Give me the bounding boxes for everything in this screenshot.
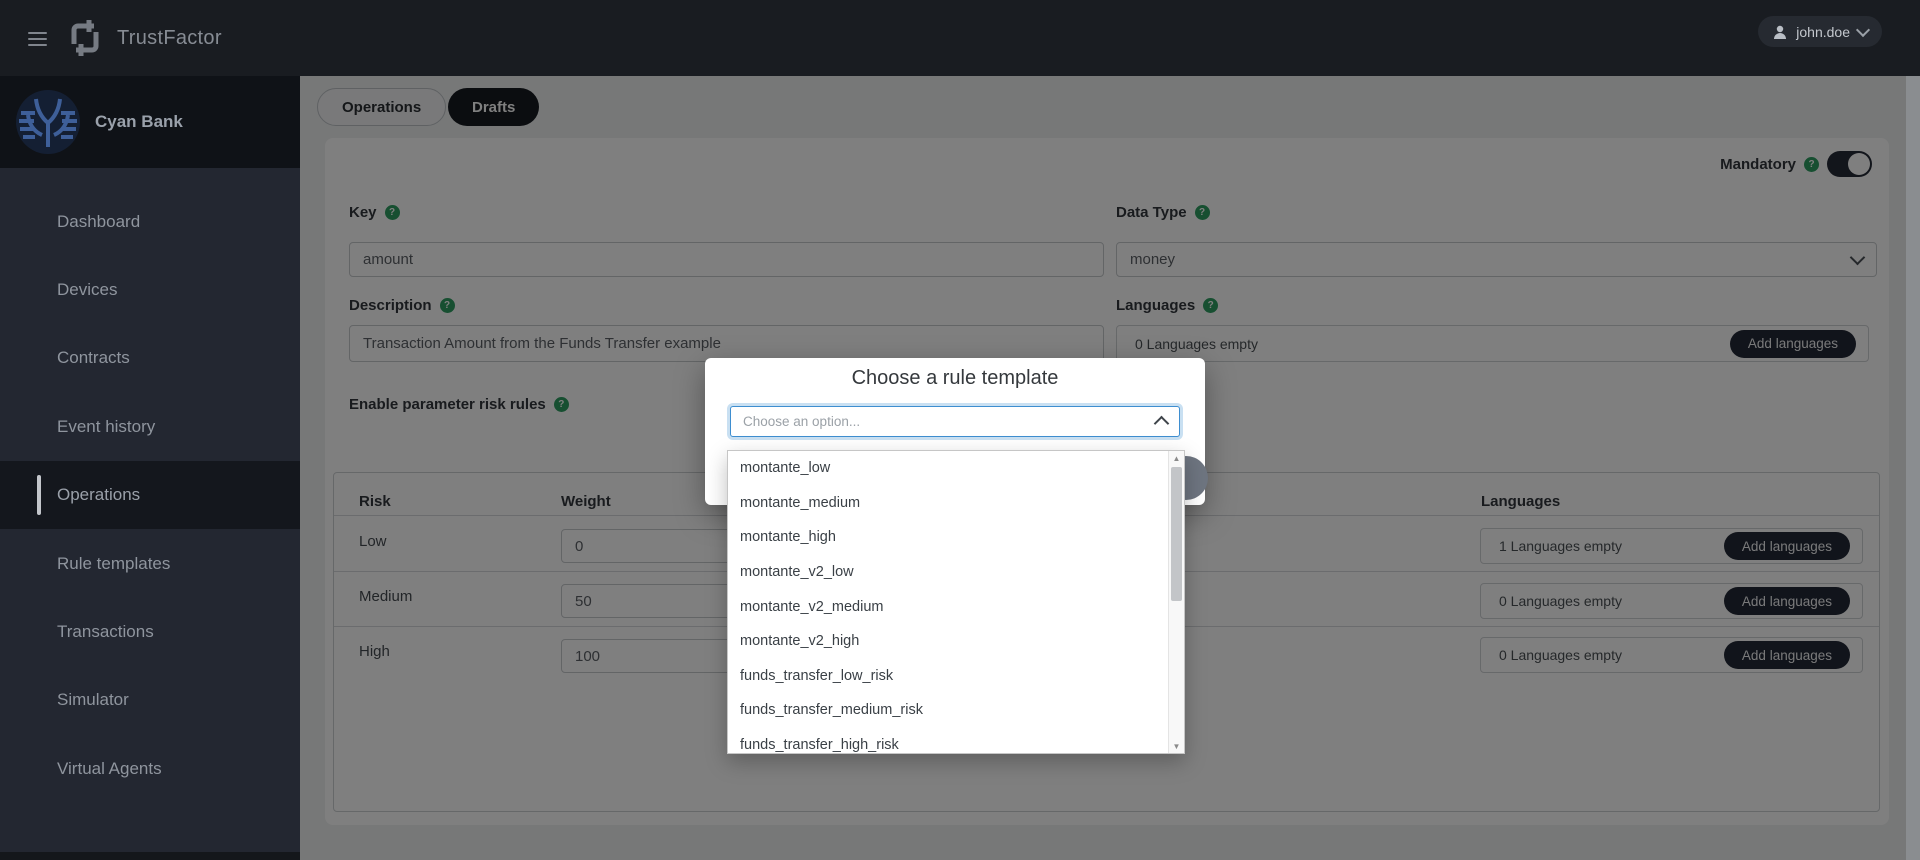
dropdown-option[interactable]: funds_transfer_medium_risk bbox=[728, 693, 1184, 728]
dropdown-option[interactable]: montante_v2_low bbox=[728, 555, 1184, 590]
sidebar-item-transactions[interactable]: Transactions bbox=[0, 598, 300, 666]
dropdown-option[interactable]: montante_low bbox=[728, 451, 1184, 486]
dropdown-option[interactable]: montante_v2_medium bbox=[728, 589, 1184, 624]
sidebar-item-operations[interactable]: Operations bbox=[0, 461, 300, 529]
top-bar: TrustFactor john.doe bbox=[0, 0, 1920, 76]
page-scrollbar[interactable] bbox=[1906, 76, 1920, 860]
active-indicator-bar bbox=[37, 475, 41, 515]
org-header: Cyan Bank bbox=[0, 76, 300, 168]
brand-title: TrustFactor bbox=[117, 27, 222, 49]
rule-template-select[interactable]: Choose an option... bbox=[730, 406, 1180, 437]
dropdown-option[interactable]: montante_medium bbox=[728, 486, 1184, 521]
sidebar-item-dashboard[interactable]: Dashboard bbox=[0, 188, 300, 256]
sidebar: Cyan Bank Dashboard Devices Contracts Ev… bbox=[0, 76, 300, 860]
dropdown-option[interactable]: funds_transfer_high_risk bbox=[728, 728, 1184, 753]
org-name: Cyan Bank bbox=[95, 112, 183, 131]
chevron-down-icon bbox=[1855, 22, 1871, 37]
user-name: john.doe bbox=[1796, 23, 1850, 40]
scrollbar-thumb[interactable] bbox=[1171, 467, 1182, 601]
dropdown-option[interactable]: funds_transfer_low_risk bbox=[728, 659, 1184, 694]
bank-logo-icon bbox=[16, 90, 80, 154]
chevron-up-icon bbox=[1153, 415, 1170, 432]
rule-template-dropdown: montante_low montante_medium montante_hi… bbox=[727, 450, 1185, 754]
sidebar-item-simulator[interactable]: Simulator bbox=[0, 666, 300, 734]
sidebar-item-contracts[interactable]: Contracts bbox=[0, 324, 300, 392]
sidebar-item-virtual-agents[interactable]: Virtual Agents bbox=[0, 735, 300, 803]
user-menu[interactable]: john.doe bbox=[1758, 16, 1882, 47]
select-placeholder: Choose an option... bbox=[743, 414, 861, 429]
sidebar-item-devices[interactable]: Devices bbox=[0, 256, 300, 324]
app-root: TrustFactor john.doe Cyan Bank Dashboard… bbox=[0, 0, 1920, 860]
sidebar-item-event-history[interactable]: Event history bbox=[0, 393, 300, 461]
dropdown-scrollbar[interactable]: ▲ ▼ bbox=[1168, 451, 1184, 753]
dropdown-option[interactable]: montante_high bbox=[728, 520, 1184, 555]
dropdown-option[interactable]: montante_v2_high bbox=[728, 624, 1184, 659]
trustfactor-logo-icon bbox=[71, 20, 99, 56]
scroll-up-icon[interactable]: ▲ bbox=[1169, 451, 1184, 465]
hamburger-menu-icon[interactable] bbox=[28, 28, 47, 50]
user-avatar-icon bbox=[1774, 25, 1787, 39]
scroll-down-icon[interactable]: ▼ bbox=[1169, 739, 1184, 753]
sidebar-item-rule-templates[interactable]: Rule templates bbox=[0, 530, 300, 598]
modal-title: Choose a rule template bbox=[851, 367, 1059, 389]
sidebar-footer bbox=[0, 852, 300, 860]
